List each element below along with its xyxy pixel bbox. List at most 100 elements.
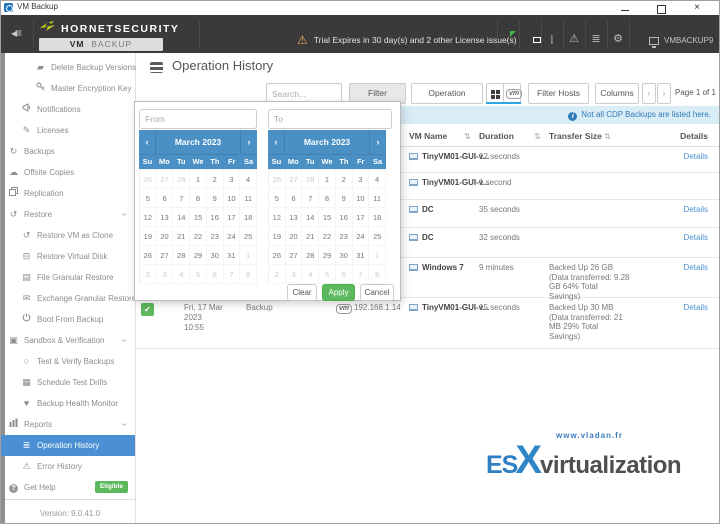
calendar-day[interactable]: 29	[319, 246, 336, 265]
calendar-day[interactable]: 11	[369, 189, 386, 208]
calendar-day[interactable]: 22	[190, 227, 207, 246]
server-name[interactable]: VMBACKUP9	[649, 36, 713, 45]
calendar-day[interactable]: 5	[269, 189, 286, 208]
prev-page-button[interactable]: ‹	[642, 83, 656, 104]
sidebar-item-get-help[interactable]: ?Get HelpEligible	[1, 477, 135, 498]
details-link[interactable]: Details	[684, 205, 708, 214]
alerts-icon[interactable]: ⚠	[569, 34, 579, 45]
cancel-button[interactable]: Cancel	[360, 284, 394, 301]
calendar-day[interactable]: 10	[353, 189, 370, 208]
calendar-day[interactable]: 3	[157, 265, 174, 284]
sidebar-item-restore-vm-as-clone[interactable]: ↺Restore VM as Clone	[1, 225, 135, 246]
calendar-day[interactable]: 15	[319, 208, 336, 227]
calendar-day[interactable]: 8	[190, 189, 207, 208]
calendar-day[interactable]: 21	[302, 227, 319, 246]
column-header-vm-name[interactable]: VM Name	[409, 126, 447, 147]
next-page-button[interactable]: ›	[657, 83, 671, 104]
info-icon[interactable]: i	[551, 34, 553, 45]
calendar-day[interactable]: 27	[157, 170, 174, 189]
sidebar-item-notifications[interactable]: Notifications	[1, 99, 135, 120]
calendar-day[interactable]: 23	[207, 227, 224, 246]
calendar-day[interactable]: 8	[369, 265, 386, 284]
calendar-day[interactable]: 18	[240, 208, 257, 227]
calendar-day[interactable]: 20	[286, 227, 303, 246]
calendar-day[interactable]: 27	[286, 246, 303, 265]
calendar-day[interactable]: 22	[319, 227, 336, 246]
sidebar-item-restore[interactable]: ↺Restore›	[1, 204, 135, 225]
calendar-day[interactable]: 29	[190, 246, 207, 265]
sidebar-item-restore-virtual-disk[interactable]: ⊟Restore Virtual Disk	[1, 246, 135, 267]
hyperv-platform-toggle[interactable]	[486, 83, 504, 104]
sidebar-item-backups[interactable]: ↻Backups	[1, 141, 135, 162]
sidebar-item-test-verify-backups[interactable]: ○Test & Verify Backups	[1, 351, 135, 372]
calendar-day[interactable]: 16	[207, 208, 224, 227]
sidebar-item-exchange-granular-restore[interactable]: ✉Exchange Granular Restore	[1, 288, 135, 309]
calendar-day[interactable]: 26	[269, 170, 286, 189]
apply-button[interactable]: Apply	[322, 284, 355, 301]
date-to-input[interactable]	[268, 109, 392, 129]
column-header-transfer-size[interactable]: Transfer Size	[549, 126, 602, 147]
calendar-day[interactable]: 31	[353, 246, 370, 265]
calendar-day[interactable]: 4	[369, 170, 386, 189]
calendar-day[interactable]: 28	[173, 170, 190, 189]
sidebar-item-master-encryption-key[interactable]: Master Encryption Key	[1, 78, 135, 99]
calendar-day[interactable]: 3	[286, 265, 303, 284]
sidebar-item-delete-backup-versions[interactable]: ▰Delete Backup Versions	[1, 57, 135, 78]
calendar-day[interactable]: 6	[157, 189, 174, 208]
calendar-day[interactable]: 16	[336, 208, 353, 227]
prev-month-button[interactable]: ‹	[139, 130, 156, 154]
calendar-day[interactable]: 20	[157, 227, 174, 246]
calendar-day[interactable]: 3	[224, 170, 241, 189]
calendar-day[interactable]: 6	[286, 189, 303, 208]
calendar-day[interactable]: 1	[190, 170, 207, 189]
calendar-day[interactable]: 13	[286, 208, 303, 227]
calendar-day[interactable]: 11	[240, 189, 257, 208]
calendar-day[interactable]: 12	[140, 208, 157, 227]
trial-warning[interactable]: ⚠ Trial Expires in 30 day(s) and 2 other…	[297, 33, 517, 47]
operation-types-button[interactable]: Operation Types ▼	[411, 83, 483, 104]
calendar-day[interactable]: 25	[369, 227, 386, 246]
sidebar-item-schedule-test-drills[interactable]: ▦Schedule Test Drills	[1, 372, 135, 393]
calendar-day[interactable]: 23	[336, 227, 353, 246]
sidebar-item-licenses[interactable]: ✎Licenses	[1, 120, 135, 141]
calendar-day[interactable]: 25	[240, 227, 257, 246]
calendar-day[interactable]: 28	[302, 246, 319, 265]
calendar-day[interactable]: 7	[353, 265, 370, 284]
sidebar-item-sandbox-verification[interactable]: ▣Sandbox & Verification›	[1, 330, 135, 351]
sidebar-item-operation-history[interactable]: ≣Operation History	[1, 435, 135, 456]
calendar-day[interactable]: 4	[173, 265, 190, 284]
calendar-day[interactable]: 2	[207, 170, 224, 189]
calendar-day[interactable]: 5	[190, 265, 207, 284]
calendar-day[interactable]: 30	[336, 246, 353, 265]
calendar-day[interactable]: 27	[157, 246, 174, 265]
calendar-day[interactable]: 12	[269, 208, 286, 227]
sort-icon[interactable]: ⇅	[604, 126, 611, 147]
calendar-day[interactable]: 7	[224, 265, 241, 284]
calendar-day[interactable]: 26	[140, 246, 157, 265]
calendar-day[interactable]: 19	[140, 227, 157, 246]
calendar-day[interactable]: 21	[173, 227, 190, 246]
details-link[interactable]: Details	[684, 303, 708, 312]
calendar-day[interactable]: 7	[302, 189, 319, 208]
sort-icon[interactable]: ⇅	[534, 126, 541, 147]
calendar-day[interactable]: 14	[302, 208, 319, 227]
calendar-day[interactable]: 18	[369, 208, 386, 227]
sidebar-item-error-history[interactable]: ⚠Error History	[1, 456, 135, 477]
sidebar-item-offsite-copies[interactable]: ☁Offsite Copies	[1, 162, 135, 183]
calendar-day[interactable]: 27	[286, 170, 303, 189]
date-from-input[interactable]	[139, 109, 257, 129]
calendar-day[interactable]: 31	[224, 246, 241, 265]
minimize-button[interactable]	[609, 1, 641, 15]
calendar-day[interactable]: 1	[240, 246, 257, 265]
calendar-day[interactable]: 10	[224, 189, 241, 208]
columns-button[interactable]: Columns ▼	[595, 83, 639, 104]
calendar-day[interactable]: 3	[353, 170, 370, 189]
calendar-day[interactable]: 5	[319, 265, 336, 284]
calendar-day[interactable]: 14	[173, 208, 190, 227]
calendar-day[interactable]: 13	[157, 208, 174, 227]
calendar-day[interactable]: 2	[336, 170, 353, 189]
event-log-icon[interactable]: ≣	[591, 34, 600, 45]
calendar-day[interactable]: 7	[173, 189, 190, 208]
next-month-button[interactable]: ›	[240, 130, 257, 154]
calendar-day[interactable]: 9	[336, 189, 353, 208]
